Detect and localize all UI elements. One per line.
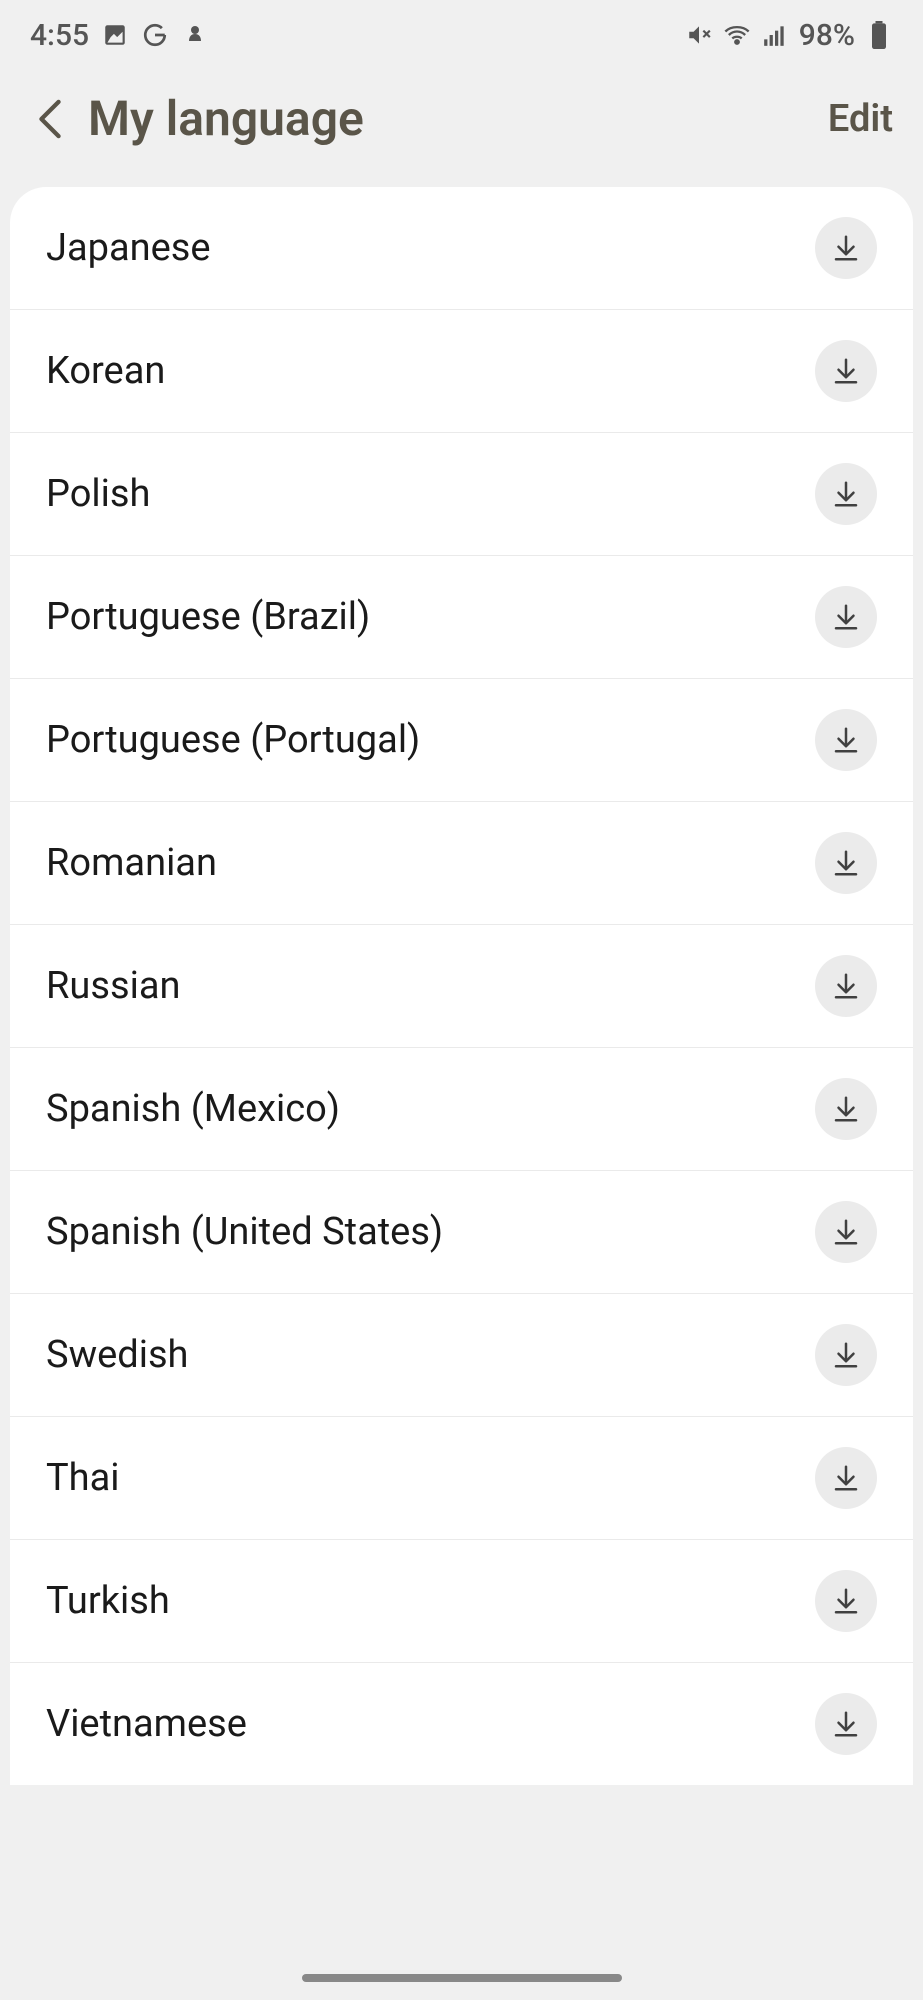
list-item-thai[interactable]: Thai	[10, 1417, 913, 1540]
language-label: Spanish (Mexico)	[46, 1087, 340, 1131]
language-label: Russian	[46, 964, 180, 1008]
language-label: Turkish	[46, 1579, 170, 1623]
language-list: Japanese Korean Polish	[10, 187, 913, 1785]
status-left: 4:55	[30, 18, 209, 53]
wifi-icon	[723, 21, 751, 49]
language-label: Polish	[46, 472, 150, 516]
mute-icon	[685, 21, 713, 49]
list-item-spanish-us[interactable]: Spanish (United States)	[10, 1171, 913, 1294]
list-item-japanese[interactable]: Japanese	[10, 187, 913, 310]
list-item-spanish-mexico[interactable]: Spanish (Mexico)	[10, 1048, 913, 1171]
download-button[interactable]	[815, 1447, 877, 1509]
navigation-handle[interactable]	[302, 1974, 622, 1982]
language-label: Romanian	[46, 841, 217, 885]
signal-icon	[761, 21, 789, 49]
download-button[interactable]	[815, 709, 877, 771]
list-item-portuguese-brazil[interactable]: Portuguese (Brazil)	[10, 556, 913, 679]
language-label: Spanish (United States)	[46, 1210, 443, 1254]
status-time: 4:55	[30, 18, 89, 53]
language-label: Portuguese (Brazil)	[46, 595, 370, 639]
download-button[interactable]	[815, 586, 877, 648]
status-bar: 4:55	[0, 0, 923, 70]
download-button[interactable]	[815, 955, 877, 1017]
list-item-turkish[interactable]: Turkish	[10, 1540, 913, 1663]
list-item-romanian[interactable]: Romanian	[10, 802, 913, 925]
google-icon	[141, 21, 169, 49]
battery-percent: 98%	[799, 18, 855, 53]
list-item-portuguese-portugal[interactable]: Portuguese (Portugal)	[10, 679, 913, 802]
language-label: Korean	[46, 349, 165, 393]
list-item-vietnamese[interactable]: Vietnamese	[10, 1663, 913, 1785]
back-button[interactable]	[30, 99, 70, 139]
app-icon	[181, 21, 209, 49]
download-button[interactable]	[815, 1078, 877, 1140]
list-item-korean[interactable]: Korean	[10, 310, 913, 433]
download-button[interactable]	[815, 832, 877, 894]
download-button[interactable]	[815, 1693, 877, 1755]
language-label: Portuguese (Portugal)	[46, 718, 420, 762]
header: My language Edit	[0, 70, 923, 187]
gallery-icon	[101, 21, 129, 49]
language-label: Swedish	[46, 1333, 188, 1377]
download-button[interactable]	[815, 217, 877, 279]
list-item-swedish[interactable]: Swedish	[10, 1294, 913, 1417]
battery-icon	[865, 21, 893, 49]
language-label: Vietnamese	[46, 1702, 247, 1746]
language-label: Thai	[46, 1456, 120, 1500]
download-button[interactable]	[815, 1201, 877, 1263]
page-title: My language	[88, 90, 828, 147]
edit-button[interactable]: Edit	[828, 97, 893, 141]
language-label: Japanese	[46, 226, 211, 270]
download-button[interactable]	[815, 1570, 877, 1632]
list-item-polish[interactable]: Polish	[10, 433, 913, 556]
list-item-russian[interactable]: Russian	[10, 925, 913, 1048]
download-button[interactable]	[815, 340, 877, 402]
status-right: 98%	[685, 18, 893, 53]
download-button[interactable]	[815, 1324, 877, 1386]
download-button[interactable]	[815, 463, 877, 525]
